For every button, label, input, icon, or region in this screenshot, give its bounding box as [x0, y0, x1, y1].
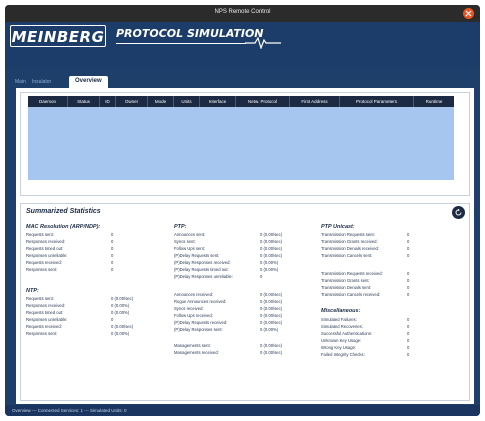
stat-row: Transmission Requests sent: 0: [321, 232, 410, 237]
app-window: NPS Remote Control MEINBERG PROTOCOL SIM…: [5, 5, 480, 416]
stat-row: Responses unreliable: 0: [26, 317, 114, 322]
column-protocol-parameters[interactable]: Protocol Parameters: [340, 96, 414, 107]
miscellaneous-title: Miscellaneous:: [321, 308, 361, 314]
stat-row: Syncs sent: 0 (0.00/sec): [174, 239, 283, 244]
ptp-title: PTP:: [174, 224, 187, 230]
stat-row: Requests received: 0 (0.00/sec): [26, 324, 134, 329]
overview-panel: Daemon Status ID Owner Mode Units Interf…: [16, 88, 474, 404]
stat-row: Responses received: 0 (0.00%): [26, 303, 130, 308]
stat-row: (P)Delay Responses received: 0 (0.00%): [174, 260, 279, 265]
ptp-unicast-title: PTP Unicast:: [321, 224, 355, 230]
stat-row: Transmission Cancels received: 0: [321, 292, 410, 297]
brand-underline: [116, 43, 246, 44]
meinberg-logo: MEINBERG: [10, 25, 106, 47]
daemon-grid-header: Daemon Status ID Owner Mode Units Interf…: [28, 96, 454, 107]
stat-row: Responses sent: 0: [26, 267, 114, 272]
stat-row: Unknown Key Usage: 0: [321, 338, 410, 343]
stat-row: (P)Delay Requests sent: 0 (0.00/sec): [174, 253, 283, 258]
stat-row: Managements received: 0 (0.00/sec): [174, 350, 283, 355]
stat-row: (P)Delay Responses sent: 0 (0.00%): [174, 327, 279, 332]
refresh-icon: [455, 208, 462, 216]
column-owner[interactable]: Owner: [116, 96, 148, 107]
stat-row: Transmission Cancels sent: 0: [321, 253, 410, 258]
summarized-statistics-panel: Summarized Statistics MAC Resolution (AR…: [20, 203, 470, 401]
stat-row: Responses received: 0: [26, 239, 114, 244]
stat-row: Simulated Failures: 0: [321, 317, 410, 322]
column-mode[interactable]: Mode: [148, 96, 174, 107]
tab-insulator[interactable]: Insulator: [32, 79, 51, 85]
stat-row: Transmission Denials received: 0: [321, 246, 410, 251]
stat-row: Managements sent: 0 (0.00/sec): [174, 343, 283, 348]
mac-resolution-title: MAC Resolution (ARP/NDP):: [26, 224, 101, 230]
stat-row: Failed Integrity Checks: 0: [321, 352, 410, 357]
refresh-button[interactable]: [452, 206, 465, 219]
column-first-address[interactable]: First Address: [290, 96, 340, 107]
title-bar: NPS Remote Control: [5, 5, 480, 22]
stat-row: (P)Delay Responses unreliable: 0: [174, 274, 263, 279]
column-runtime[interactable]: Runtime: [414, 96, 454, 107]
stat-row: Rogue Announces received: 0 (0.00/sec): [174, 299, 283, 304]
column-netw-protocol[interactable]: Netw. Protocol: [236, 96, 290, 107]
stat-row: Requests received: 0: [26, 260, 114, 265]
stat-row: Successful Authentications: 0: [321, 331, 410, 336]
stat-row: (P)Delay Requests received: 0 (0.00/sec): [174, 320, 283, 325]
stat-row: Requests sent: 0: [26, 232, 114, 237]
stat-row: Syncs received: 0 (0.00/sec): [174, 306, 283, 311]
stat-row: Announces sent: 0 (0.00/sec): [174, 232, 283, 237]
column-id[interactable]: ID: [100, 96, 116, 107]
column-status[interactable]: Status: [68, 96, 100, 107]
status-text: Overview --- Connected Services: 1 --- S…: [12, 408, 127, 413]
stat-row: Transmission Grants sent: 0: [321, 278, 410, 283]
stat-row: Responses unreliable: 0: [26, 253, 114, 258]
stat-row: Transmission Grants received: 0: [321, 239, 410, 244]
column-daemon[interactable]: Daemon: [28, 96, 68, 107]
status-bar: Overview --- Connected Services: 1 --- S…: [5, 405, 480, 416]
tab-main[interactable]: Main: [15, 79, 26, 85]
stat-row: Requests timed out: 0 (0.00%): [26, 310, 130, 315]
column-interface[interactable]: Interface: [200, 96, 236, 107]
app-subtitle: PROTOCOL SIMULATION: [116, 27, 264, 40]
column-units[interactable]: Units: [174, 96, 200, 107]
window-title: NPS Remote Control: [214, 9, 271, 15]
stat-row: Follow Ups sent: 0 (0.00/sec): [174, 246, 283, 251]
stat-row: Simulated Recoveries: 0: [321, 324, 410, 329]
close-button[interactable]: [463, 8, 474, 19]
stat-row: Follow Ups received: 0 (0.00/sec): [174, 313, 283, 318]
stat-row: (P)Delay Requests timed out: 0 (0.00%): [174, 267, 279, 272]
stat-row: Announces received: 0 (0.00/sec): [174, 292, 283, 297]
close-icon: [465, 10, 472, 17]
tab-overview[interactable]: Overview: [69, 76, 108, 88]
pulse-icon: [245, 37, 281, 49]
stat-row: Requests sent: 0 (0.00/sec): [26, 296, 134, 301]
ntp-title: NTP:: [26, 288, 39, 294]
stats-title: Summarized Statistics: [26, 208, 101, 215]
daemon-grid-body[interactable]: [28, 107, 454, 180]
stat-row: Responses sent: 0 (0.00%): [26, 331, 130, 336]
stat-row: Wrong Key Usage: 0: [321, 345, 410, 350]
stat-row: Transmission Denials sent: 0: [321, 285, 410, 290]
stat-row: Transmission Requests received: 0: [321, 271, 410, 276]
stat-row: Requests timed out: 0: [26, 246, 114, 251]
